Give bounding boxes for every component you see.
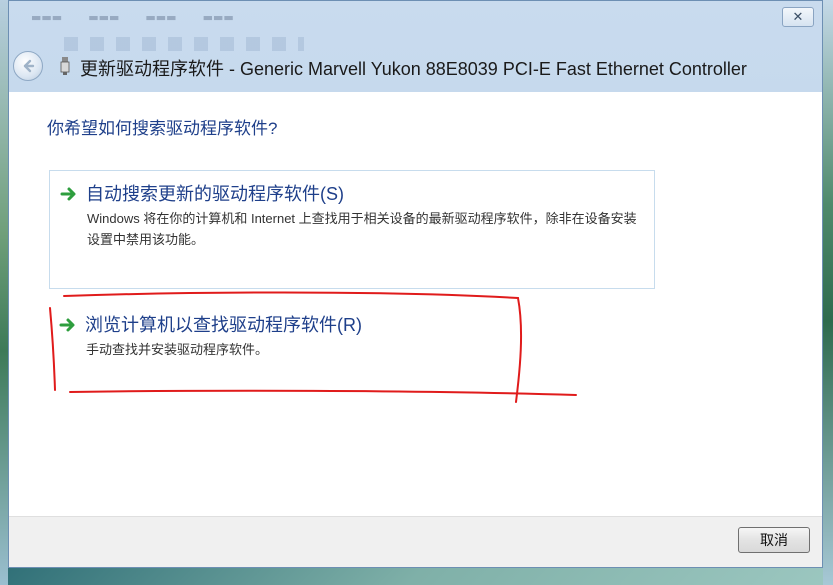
auto-search-option[interactable]: 自动搜索更新的驱动程序软件(S) Windows 将在你的计算机和 Intern… bbox=[49, 170, 655, 289]
driver-update-dialog: ▬▬▬ ▬▬▬ ▬▬▬ ▬▬▬ ✕ 更新驱动程序软件 - Generic Marvel… bbox=[8, 0, 823, 568]
wizard-content: 你希望如何搜索驱动程序软件? 自动搜索更新的驱动程序软件(S) Windows … bbox=[9, 92, 822, 516]
cancel-button[interactable]: 取消 bbox=[738, 527, 810, 553]
page-question: 你希望如何搜索驱动程序软件? bbox=[47, 119, 278, 138]
green-arrow-icon bbox=[59, 318, 75, 332]
browse-computer-title: 浏览计算机以查找驱动程序软件(R) bbox=[85, 315, 362, 335]
back-button[interactable] bbox=[13, 51, 43, 81]
wizard-header: 更新驱动程序软件 - Generic Marvell Yukon 88E8039… bbox=[9, 47, 822, 87]
desktop-background-left bbox=[0, 0, 8, 585]
browse-computer-description: 手动查找并安装驱动程序软件。 bbox=[86, 342, 269, 357]
background-menu-bar: ▬▬▬ ▬▬▬ ▬▬▬ ▬▬▬ bbox=[31, 11, 234, 24]
desktop-background-right bbox=[823, 0, 833, 585]
close-icon: ✕ bbox=[792, 9, 804, 25]
dialog-footer: 取消 bbox=[9, 516, 822, 567]
browse-computer-option[interactable]: 浏览计算机以查找驱动程序软件(R) 手动查找并安装驱动程序软件。 bbox=[49, 302, 655, 382]
back-arrow-icon bbox=[23, 59, 35, 73]
network-device-icon bbox=[60, 57, 70, 75]
close-button[interactable]: ✕ bbox=[782, 7, 814, 27]
green-arrow-icon bbox=[60, 187, 76, 201]
auto-search-title: 自动搜索更新的驱动程序软件(S) bbox=[86, 184, 344, 204]
auto-search-description: Windows 将在你的计算机和 Internet 上查找用于相关设备的最新驱动… bbox=[87, 211, 637, 247]
window-title: 更新驱动程序软件 - Generic Marvell Yukon 88E8039… bbox=[80, 59, 747, 79]
